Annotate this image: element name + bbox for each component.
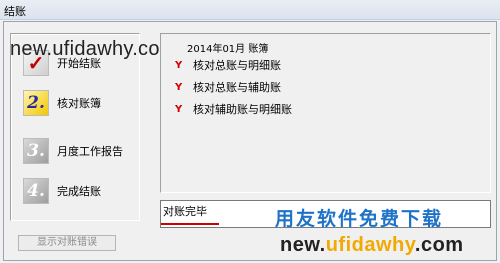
list-item: Y 核对总账与明细账 bbox=[175, 58, 281, 72]
step-2-icon: 2. bbox=[23, 90, 49, 116]
step-check-books: 2. 核对账簿 bbox=[23, 90, 101, 116]
step-4-icon: 4. bbox=[23, 178, 49, 204]
title-bar: 结账 bbox=[0, 0, 500, 20]
list-item-text: 核对总账与辅助账 bbox=[193, 81, 281, 94]
step-3-icon: 3. bbox=[23, 138, 49, 164]
step-monthly-report: 3. 月度工作报告 bbox=[23, 138, 123, 164]
step-label: 核对账簿 bbox=[57, 97, 101, 110]
list-item-text: 核对辅助账与明细账 bbox=[193, 103, 292, 116]
watermark-url-part: ufidawhy bbox=[325, 234, 415, 256]
check-mark: Y bbox=[175, 81, 183, 93]
list-item: Y 核对总账与辅助账 bbox=[175, 80, 281, 94]
steps-panel: ✓ 开始结账 2. 核对账簿 3. 月度工作报告 4. 完成结账 bbox=[10, 33, 140, 221]
step-finish-closing: 4. 完成结账 bbox=[23, 178, 101, 204]
list-header: 2014年01月 账簿 bbox=[187, 44, 269, 55]
check-results-list[interactable]: 2014年01月 账簿 Y 核对总账与明细账 Y 核对总账与辅助账 Y 核对辅助… bbox=[160, 33, 491, 193]
list-item-text: 核对总账与明细账 bbox=[193, 59, 281, 72]
watermark-slogan: 用友软件免费下载 bbox=[275, 208, 444, 230]
show-errors-button[interactable]: 显示对账错误 bbox=[18, 235, 116, 251]
watermark-url-part: new. bbox=[280, 234, 326, 256]
watermark-url-part: .com bbox=[414, 234, 464, 256]
check-mark: Y bbox=[175, 103, 183, 115]
step-label: 完成结账 bbox=[57, 185, 101, 198]
watermark-url-top: new.ufidawhy.com bbox=[10, 38, 177, 60]
step-label: 月度工作报告 bbox=[57, 145, 123, 158]
status-text: 对账完毕 bbox=[163, 205, 207, 218]
red-underline bbox=[161, 223, 219, 225]
watermark-url-bottom: new.ufidawhy.com bbox=[280, 234, 464, 257]
window-title: 结账 bbox=[4, 5, 26, 18]
list-item: Y 核对辅助账与明细账 bbox=[175, 102, 292, 116]
check-mark: Y bbox=[175, 59, 183, 71]
